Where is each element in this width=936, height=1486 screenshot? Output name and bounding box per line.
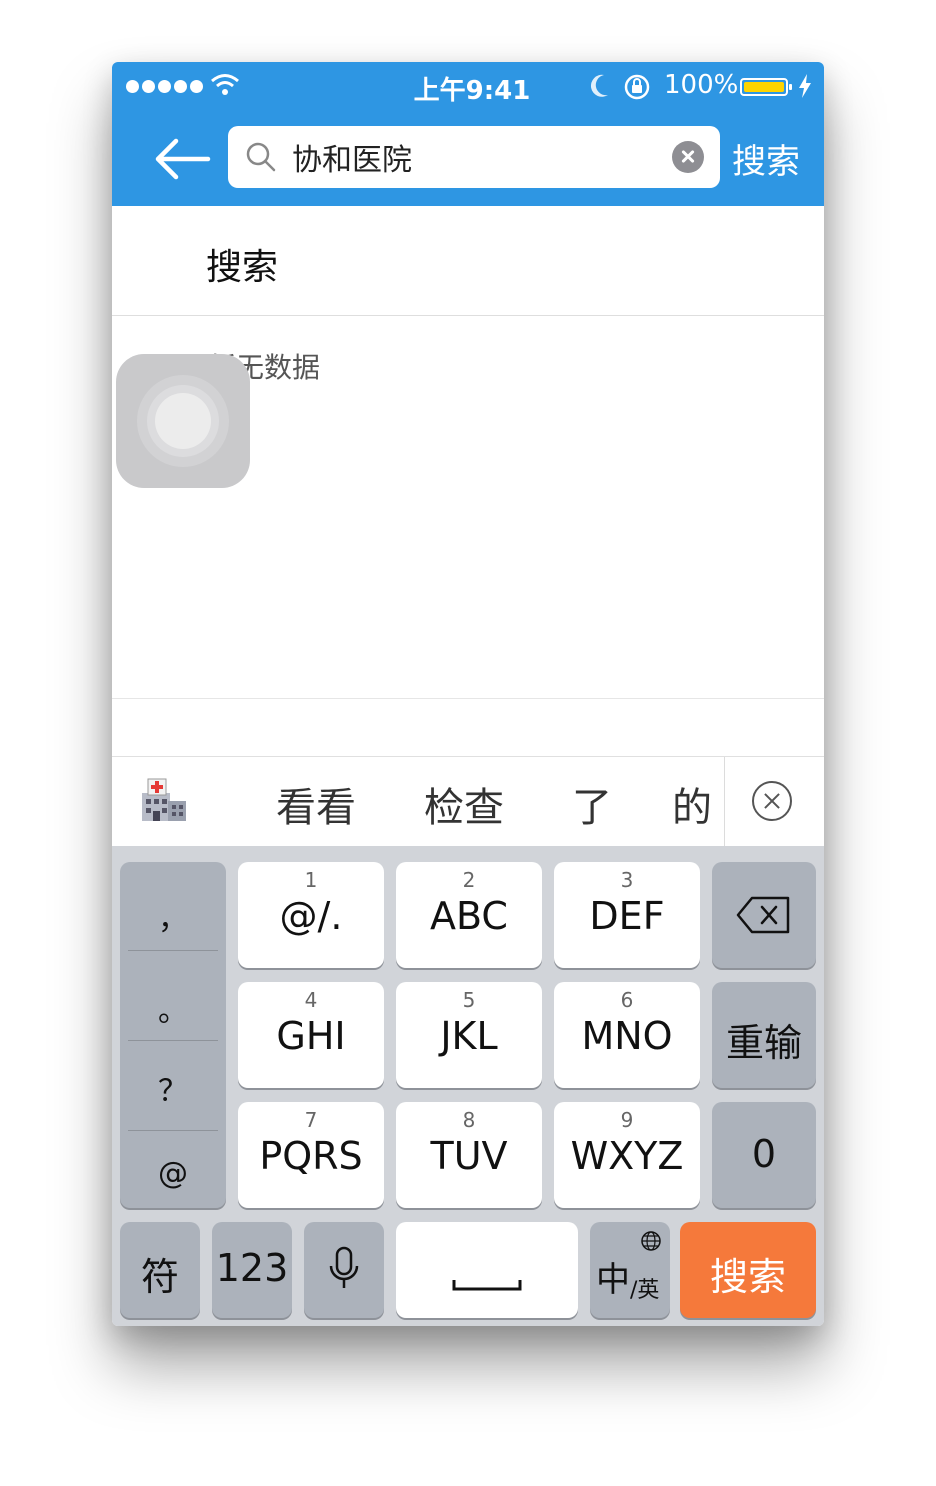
- key-3[interactable]: 3 DEF: [554, 862, 700, 968]
- backspace-icon: [736, 896, 790, 934]
- close-candidates-icon[interactable]: [752, 781, 792, 821]
- punctuation-column[interactable]: ， 。 ？ @: [120, 862, 226, 1208]
- key-label: GHI: [276, 1014, 346, 1058]
- punct-key[interactable]: ，: [120, 894, 226, 938]
- reenter-key[interactable]: 重输: [712, 982, 816, 1088]
- divider: [724, 757, 725, 847]
- key-label: MNO: [581, 1014, 673, 1058]
- wifi-icon: [211, 74, 239, 95]
- key-number: 9: [620, 1108, 634, 1132]
- search-bar[interactable]: [228, 126, 720, 188]
- clear-icon[interactable]: [672, 141, 704, 173]
- key-number: 1: [304, 868, 318, 892]
- key-label: PQRS: [259, 1134, 363, 1178]
- key-label: TUV: [430, 1134, 508, 1178]
- key-number: 4: [304, 988, 318, 1012]
- key-label: 符: [140, 1255, 179, 1299]
- punct-key[interactable]: 。: [120, 986, 226, 1030]
- search-input[interactable]: [292, 136, 652, 178]
- status-time: 上午9:41: [413, 76, 531, 106]
- key-label: 搜索: [709, 1255, 786, 1299]
- key-label: WXYZ: [570, 1134, 684, 1178]
- phone-screen: 上午9:41 100% 搜索: [112, 62, 824, 1326]
- candidate-word[interactable]: 看看: [276, 775, 356, 833]
- hospital-emoji-icon[interactable]: [140, 777, 188, 823]
- key-2[interactable]: 2 ABC: [396, 862, 542, 968]
- battery-percent: 100%: [664, 70, 739, 100]
- key-1[interactable]: 1 @/.: [238, 862, 384, 968]
- lang-main-label: 中: [596, 1260, 630, 1300]
- key-4[interactable]: 4 GHI: [238, 982, 384, 1088]
- key-5[interactable]: 5 JKL: [396, 982, 542, 1088]
- space-key[interactable]: [396, 1222, 578, 1318]
- keyboard: ， 。 ？ @ 1 @/. 2 ABC 3 DEF 4 GHI 5 JKL 6 …: [112, 846, 824, 1326]
- symbols-key[interactable]: 符: [120, 1222, 200, 1318]
- charging-bolt-icon: [799, 74, 811, 98]
- candidate-word[interactable]: 的: [672, 775, 712, 833]
- key-label: 0: [751, 1132, 777, 1176]
- search-icon: [246, 142, 276, 172]
- zero-key[interactable]: 0: [712, 1102, 816, 1208]
- key-label: JKL: [440, 1014, 498, 1058]
- key-label: DEF: [589, 894, 665, 938]
- back-arrow-icon[interactable]: [152, 136, 212, 182]
- divider: [112, 315, 824, 316]
- key-number: 5: [462, 988, 476, 1012]
- key-label: 123: [215, 1246, 289, 1290]
- language-switch-key[interactable]: 中 /英: [590, 1222, 670, 1318]
- key-number: 2: [462, 868, 476, 892]
- lang-sub-label: /英: [630, 1278, 660, 1303]
- key-6[interactable]: 6 MNO: [554, 982, 700, 1088]
- space-icon: [452, 1280, 522, 1291]
- key-label: ABC: [430, 894, 508, 938]
- signal-icon: [126, 80, 203, 93]
- candidate-word[interactable]: 了: [572, 775, 612, 833]
- candidate-word[interactable]: 检查: [424, 775, 504, 833]
- key-number: 8: [462, 1108, 476, 1132]
- globe-icon: [641, 1231, 661, 1251]
- key-number: 6: [620, 988, 634, 1012]
- rotation-lock-icon: [624, 74, 650, 100]
- key-9[interactable]: 9 WXYZ: [554, 1102, 700, 1208]
- assistive-touch-button[interactable]: [116, 354, 250, 488]
- section-title: 搜索: [206, 247, 279, 288]
- keyboard-search-key[interactable]: 搜索: [680, 1222, 816, 1318]
- key-label: @/.: [279, 894, 343, 938]
- divider: [112, 698, 824, 699]
- punct-key[interactable]: ？: [120, 1066, 226, 1110]
- punct-key[interactable]: @: [120, 1156, 226, 1191]
- key-label: 重输: [725, 1021, 802, 1065]
- key-8[interactable]: 8 TUV: [396, 1102, 542, 1208]
- candidate-bar: 看看 检查 了 的: [112, 756, 824, 847]
- key-number: 3: [620, 868, 634, 892]
- key-7[interactable]: 7 PQRS: [238, 1102, 384, 1208]
- status-bar: 上午9:41 100%: [112, 62, 824, 112]
- search-button[interactable]: 搜索: [732, 134, 800, 183]
- microphone-key[interactable]: [304, 1222, 384, 1318]
- moon-icon: [590, 74, 608, 97]
- numbers-key[interactable]: 123: [212, 1222, 292, 1318]
- top-bar: 上午9:41 100% 搜索: [112, 62, 824, 206]
- backspace-key[interactable]: [712, 862, 816, 968]
- battery-icon: [740, 78, 792, 96]
- microphone-icon: [329, 1246, 359, 1288]
- key-number: 7: [304, 1108, 318, 1132]
